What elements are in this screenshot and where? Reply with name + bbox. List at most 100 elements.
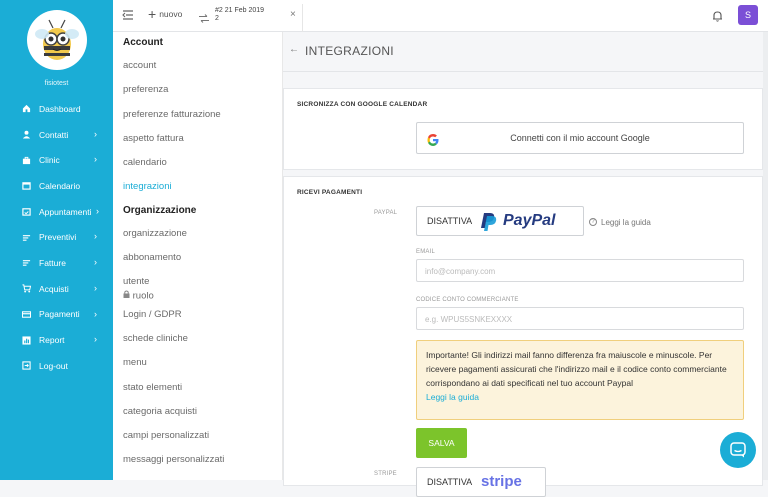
menu-item-schede-cliniche[interactable]: schede cliniche: [113, 327, 282, 351]
help-circle-icon: ?: [589, 218, 597, 226]
top-bar: + nuovo #2 21 Feb 2019 2 × S: [113, 0, 768, 32]
merchant-code-label: CODICE CONTO COMMERCIANTE: [416, 297, 519, 303]
sidebar-nav: Dashboard Contatti › Clinic › Calendario…: [0, 96, 113, 379]
paypal-label: PAYPAL: [374, 210, 398, 216]
menu-item-categoria-acquisti[interactable]: categoria acquisti: [113, 400, 282, 424]
home-icon: [22, 104, 31, 113]
stripe-label: STRIPE: [374, 471, 397, 477]
transfer-icon[interactable]: [199, 10, 209, 28]
sidebar-item-fatture[interactable]: Fatture ›: [0, 250, 113, 276]
payments-card: RICEVI PAGAMENTI PAYPAL DISATTIVA PayPal…: [283, 176, 763, 497]
open-tab[interactable]: #2 21 Feb 2019 2 ×: [211, 4, 303, 32]
menu-item-account[interactable]: account: [113, 54, 282, 78]
chat-bubble-button[interactable]: [720, 432, 756, 468]
menu-item-menu[interactable]: menu: [113, 351, 282, 375]
page-title: INTEGRAZIONI: [305, 44, 394, 58]
chevron-right-icon: ›: [94, 231, 97, 242]
organizzazione-heading: Organizzazione: [123, 204, 197, 216]
main-content: ← INTEGRAZIONI SICRONIZZA CON GOOGLE CAL…: [283, 32, 768, 497]
connect-google-label: Connetti con il mio account Google: [510, 133, 650, 143]
sidebar-item-preventivi[interactable]: Preventivi ›: [0, 224, 113, 250]
person-icon: [22, 130, 31, 139]
close-tab-icon[interactable]: ×: [290, 9, 296, 20]
new-label: nuovo: [159, 9, 183, 19]
sidebar-item-logout[interactable]: Log-out: [0, 353, 113, 379]
menu-item-preferenza[interactable]: preferenza: [113, 78, 282, 102]
menu-item-aspetto-fattura[interactable]: aspetto fattura: [113, 127, 282, 151]
logout-icon: [22, 361, 31, 370]
chevron-right-icon: ›: [94, 128, 97, 139]
menu-item-preferenze-fatturazione[interactable]: preferenze fatturazione: [113, 103, 282, 127]
sidebar-item-label: Appuntamenti: [39, 206, 92, 217]
sidebar-item-dashboard[interactable]: Dashboard: [0, 96, 113, 122]
menu-item-ruolo[interactable]: ruolo: [113, 289, 282, 303]
chevron-right-icon: ›: [96, 205, 99, 216]
account-heading: Account: [123, 37, 163, 48]
sidebar-item-label: Report: [39, 335, 65, 346]
sidebar-item-calendario[interactable]: Calendario: [0, 173, 113, 199]
sidebar-item-label: Acquisti: [39, 283, 69, 294]
sidebar-item-acquisti[interactable]: Acquisti ›: [0, 276, 113, 302]
sidebar-item-contatti[interactable]: Contatti ›: [0, 122, 113, 148]
chevron-right-icon: ›: [94, 334, 97, 345]
plus-icon: +: [148, 6, 157, 22]
lock-icon: [123, 289, 130, 303]
menu-item-calendario[interactable]: calendario: [113, 151, 282, 175]
chevron-right-icon: ›: [94, 282, 97, 293]
chevron-right-icon: ›: [94, 154, 97, 165]
merchant-code-field[interactable]: e.g. WPUS5SNKEXXXX: [416, 307, 744, 330]
menu-item-messaggi-personalizzati[interactable]: messaggi personalizzati: [113, 448, 282, 472]
paypal-brand: PayPal: [503, 212, 556, 229]
email-field[interactable]: info@company.com: [416, 259, 744, 282]
menu-item-integrazioni[interactable]: integrazioni: [113, 175, 282, 199]
calendar-icon: [22, 181, 31, 191]
paypal-guide-link[interactable]: Leggi la guida: [601, 218, 651, 227]
scrollbar[interactable]: [763, 32, 768, 480]
menu-item-campi-personalizzati[interactable]: campi personalizzati: [113, 424, 282, 448]
user-avatar[interactable]: S: [738, 5, 758, 25]
bell-icon[interactable]: [712, 9, 723, 27]
paypal-alert: Importante! Gli indirizzi mail fanno dif…: [416, 340, 744, 420]
payments-section-title: RICEVI PAGAMENTI: [297, 189, 363, 196]
chat-icon: [730, 442, 746, 463]
stripe-brand: stripe: [481, 473, 522, 490]
cart-icon: [22, 284, 32, 293]
save-button[interactable]: SALVA: [416, 428, 467, 458]
clinic-logo[interactable]: [27, 10, 87, 70]
alert-guide-link[interactable]: Leggi la guida: [426, 392, 479, 402]
sidebar: fisiotest Dashboard Contatti › Clinic › …: [0, 0, 113, 480]
collapse-menu-icon[interactable]: [122, 8, 134, 26]
tab-subtitle: 2: [215, 15, 219, 22]
connect-google-button[interactable]: Connetti con il mio account Google: [416, 122, 744, 154]
chevron-right-icon: ›: [94, 257, 97, 268]
menu-item-abbonamento[interactable]: abbonamento: [113, 246, 282, 270]
ruolo-label: ruolo: [132, 290, 154, 302]
email-placeholder: info@company.com: [425, 267, 496, 276]
new-button[interactable]: + nuovo: [148, 6, 183, 22]
list-icon: [22, 233, 31, 242]
sidebar-item-appuntamenti[interactable]: Appuntamenti ›: [0, 199, 113, 225]
sidebar-item-label: Fatture: [39, 257, 66, 268]
page-header: ← INTEGRAZIONI: [283, 32, 768, 72]
sidebar-item-clinic[interactable]: Clinic ›: [0, 147, 113, 173]
paypal-disattiva-button[interactable]: DISATTIVA PayPal: [416, 206, 584, 236]
sidebar-item-pagamenti[interactable]: Pagamenti ›: [0, 302, 113, 328]
sidebar-item-label: Calendario: [39, 180, 81, 191]
menu-item-stato-elementi[interactable]: stato elementi: [113, 376, 282, 400]
paypal-disattiva-label: DISATTIVA: [427, 216, 473, 226]
sidebar-item-label: Contatti: [39, 129, 69, 140]
avatar-letter: S: [744, 10, 751, 20]
sidebar-item-label: Clinic: [39, 155, 60, 166]
sidebar-item-label: Preventivi: [39, 232, 77, 243]
chart-icon: [22, 335, 31, 345]
back-arrow-icon[interactable]: ←: [289, 44, 299, 55]
paypal-logo-icon: [479, 212, 499, 237]
merchant-code-placeholder: e.g. WPUS5SNKEXXXX: [425, 315, 513, 324]
email-label: EMAIL: [416, 249, 436, 255]
menu-item-login-gdpr[interactable]: Login / GDPR: [113, 303, 282, 327]
stripe-disattiva-button[interactable]: DISATTIVA stripe: [416, 467, 546, 497]
menu-item-organizzazione[interactable]: organizzazione: [113, 222, 282, 246]
card-icon: [21, 310, 32, 319]
sidebar-item-report[interactable]: Report ›: [0, 327, 113, 353]
save-label: SALVA: [428, 438, 455, 448]
